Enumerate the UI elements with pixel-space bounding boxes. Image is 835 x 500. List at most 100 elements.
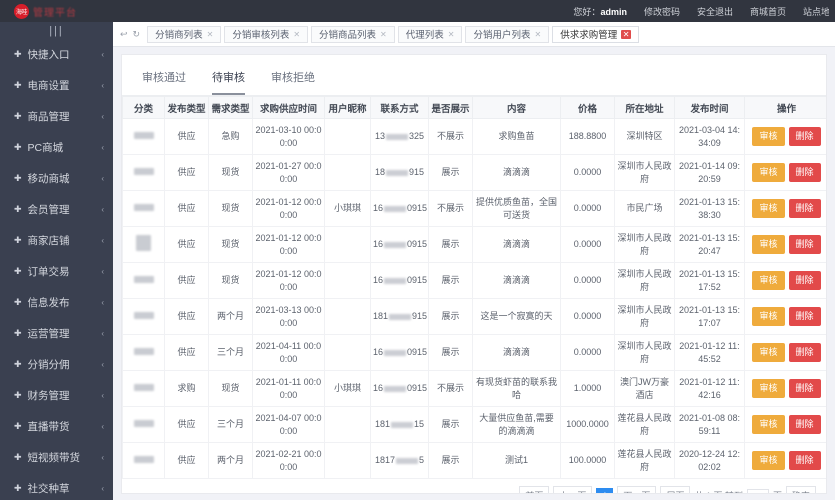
chevron-icon: ‹ bbox=[101, 50, 104, 59]
sidebar-item-8[interactable]: ✚ 信息发布 ‹ bbox=[0, 287, 113, 318]
table-row: 供应三个月2021-04-07 00:00:0018115展示大量供应鱼苗,需要… bbox=[123, 407, 828, 443]
sidebar-item-2[interactable]: ✚ 商品管理 ‹ bbox=[0, 101, 113, 132]
logout-link[interactable]: 安全退出 bbox=[697, 5, 733, 18]
delete-button[interactable]: 删除 bbox=[789, 127, 821, 145]
review-button[interactable]: 审核 bbox=[752, 343, 784, 361]
close-icon[interactable]: ✕ bbox=[207, 30, 214, 39]
pager-goto-input[interactable] bbox=[747, 489, 769, 495]
sidebar-item-4[interactable]: ✚ 移动商城 ‹ bbox=[0, 163, 113, 194]
cell-category bbox=[123, 191, 165, 227]
sidebar-item-12[interactable]: ✚ 直播带货 ‹ bbox=[0, 411, 113, 442]
tab-label: 分销商列表 bbox=[155, 27, 203, 41]
cell-price: 188.8800 bbox=[561, 119, 615, 155]
back-icon[interactable]: ↩ bbox=[120, 29, 128, 40]
pager-page-1[interactable]: 1 bbox=[596, 488, 613, 495]
close-icon[interactable]: ✕ bbox=[448, 30, 455, 39]
cell-display: 展示 bbox=[429, 407, 473, 443]
delete-button[interactable]: 删除 bbox=[789, 271, 821, 289]
refresh-icon[interactable]: ↻ bbox=[133, 29, 141, 40]
cell-nickname bbox=[325, 119, 371, 155]
sidebar-item-14[interactable]: ✚ 社交种草 ‹ bbox=[0, 473, 113, 500]
mall-home-link[interactable]: 商城首页 bbox=[750, 5, 786, 18]
cell-display: 展示 bbox=[429, 335, 473, 371]
pager-next[interactable]: 下一页 bbox=[617, 486, 656, 494]
close-icon[interactable]: ✕ bbox=[534, 30, 541, 39]
sidebar-item-10[interactable]: ✚ 分销分佣 ‹ bbox=[0, 349, 113, 380]
delete-button[interactable]: 删除 bbox=[789, 163, 821, 181]
sidebar-item-label: PC商城 bbox=[28, 140, 102, 155]
sidebar-item-9[interactable]: ✚ 运营管理 ‹ bbox=[0, 318, 113, 349]
cell-actions: 审核删除 bbox=[745, 191, 828, 227]
menu-icon: ✚ bbox=[14, 452, 22, 463]
tab-approved[interactable]: 审核通过 bbox=[142, 69, 186, 94]
pager-first[interactable]: 首页 bbox=[519, 486, 549, 494]
delete-button[interactable]: 删除 bbox=[789, 343, 821, 361]
sidebar-item-6[interactable]: ✚ 商家店铺 ‹ bbox=[0, 225, 113, 256]
sidebar-item-5[interactable]: ✚ 会员管理 ‹ bbox=[0, 194, 113, 225]
chevron-icon: ‹ bbox=[101, 267, 104, 276]
review-button[interactable]: 审核 bbox=[752, 451, 784, 469]
close-icon[interactable]: ✕ bbox=[380, 30, 387, 39]
sidebar: ||| ✚ 快捷入口 ‹ ✚ 电商设置 ‹ ✚ 商品管理 ‹ ✚ PC商城 ‹ bbox=[0, 22, 113, 500]
cell-publish-time: 2021-01-13 15:17:07 bbox=[675, 299, 745, 335]
sidebar-item-13[interactable]: ✚ 短视频带货 ‹ bbox=[0, 442, 113, 473]
menu-icon: ✚ bbox=[14, 297, 22, 308]
delete-button[interactable]: 删除 bbox=[789, 379, 821, 397]
tab-distribution-user-list[interactable]: 分销用户列表 ✕ bbox=[465, 26, 549, 43]
cell-price: 1.0000 bbox=[561, 371, 615, 407]
sidebar-item-7[interactable]: ✚ 订单交易 ‹ bbox=[0, 256, 113, 287]
cell-actions: 审核删除 bbox=[745, 299, 828, 335]
sidebar-item-1[interactable]: ✚ 电商设置 ‹ bbox=[0, 70, 113, 101]
delete-button[interactable]: 删除 bbox=[789, 235, 821, 253]
review-button[interactable]: 审核 bbox=[752, 127, 784, 145]
cell-content: 滴滴滴 bbox=[473, 335, 561, 371]
cell-publish-type: 供应 bbox=[165, 443, 209, 479]
sidebar-item-11[interactable]: ✚ 财务管理 ‹ bbox=[0, 380, 113, 411]
cell-publish-type: 供应 bbox=[165, 191, 209, 227]
cell-supply-time: 2021-03-10 00:00:00 bbox=[253, 119, 325, 155]
tab-distributor-list[interactable]: 分销商列表 ✕ bbox=[147, 26, 221, 43]
delete-button[interactable]: 删除 bbox=[789, 415, 821, 433]
cell-nickname bbox=[325, 335, 371, 371]
site-map-link[interactable]: 站点地图 bbox=[803, 5, 829, 18]
cell-supply-time: 2021-04-07 00:00:00 bbox=[253, 407, 325, 443]
tab-supply-demand-manage[interactable]: 供求求购管理 ✕ bbox=[552, 26, 639, 43]
review-button[interactable]: 审核 bbox=[752, 307, 784, 325]
cell-category bbox=[123, 371, 165, 407]
review-button[interactable]: 审核 bbox=[752, 415, 784, 433]
table-row: 供应两个月2021-02-21 00:00:0018175展示测试1100.00… bbox=[123, 443, 828, 479]
close-icon[interactable]: ✕ bbox=[621, 30, 631, 39]
review-button[interactable]: 审核 bbox=[752, 235, 784, 253]
tab-rejected[interactable]: 审核拒绝 bbox=[271, 69, 315, 94]
cell-display: 展示 bbox=[429, 227, 473, 263]
review-button[interactable]: 审核 bbox=[752, 163, 784, 181]
sidebar-collapse-icon[interactable]: ||| bbox=[0, 22, 113, 39]
review-button[interactable]: 审核 bbox=[752, 379, 784, 397]
chevron-icon: ‹ bbox=[101, 143, 104, 152]
pager-prev[interactable]: 上一页 bbox=[553, 486, 592, 494]
cell-address: 莲花县人民政府 bbox=[615, 407, 675, 443]
cell-address: 深圳市人民政府 bbox=[615, 299, 675, 335]
close-icon[interactable]: ✕ bbox=[293, 30, 300, 39]
review-button[interactable]: 审核 bbox=[752, 271, 784, 289]
table-row: 供应现货2021-01-12 00:00:00小琪琪160915不展示提供优质鱼… bbox=[123, 191, 828, 227]
cell-demand-type: 现货 bbox=[209, 371, 253, 407]
col-category: 分类 bbox=[123, 97, 165, 119]
change-password-link[interactable]: 修改密码 bbox=[644, 5, 680, 18]
delete-button[interactable]: 删除 bbox=[789, 307, 821, 325]
sidebar-item-0[interactable]: ✚ 快捷入口 ‹ bbox=[0, 39, 113, 70]
tab-agent-list[interactable]: 代理列表 ✕ bbox=[398, 26, 463, 43]
sidebar-item-3[interactable]: ✚ PC商城 ‹ bbox=[0, 132, 113, 163]
cell-publish-type: 供应 bbox=[165, 335, 209, 371]
cell-address: 深圳市人民政府 bbox=[615, 335, 675, 371]
cell-actions: 审核删除 bbox=[745, 443, 828, 479]
tab-distribution-review-list[interactable]: 分销审核列表 ✕ bbox=[224, 26, 308, 43]
tab-distribution-goods-list[interactable]: 分销商品列表 ✕ bbox=[311, 26, 395, 43]
delete-button[interactable]: 删除 bbox=[789, 199, 821, 217]
pager-confirm[interactable]: 确定 bbox=[786, 486, 816, 494]
tab-pending[interactable]: 待审核 bbox=[212, 69, 245, 94]
delete-button[interactable]: 删除 bbox=[789, 451, 821, 469]
review-button[interactable]: 审核 bbox=[752, 199, 784, 217]
menu-icon: ✚ bbox=[14, 204, 22, 215]
pager-last[interactable]: 尾页 bbox=[660, 486, 690, 494]
